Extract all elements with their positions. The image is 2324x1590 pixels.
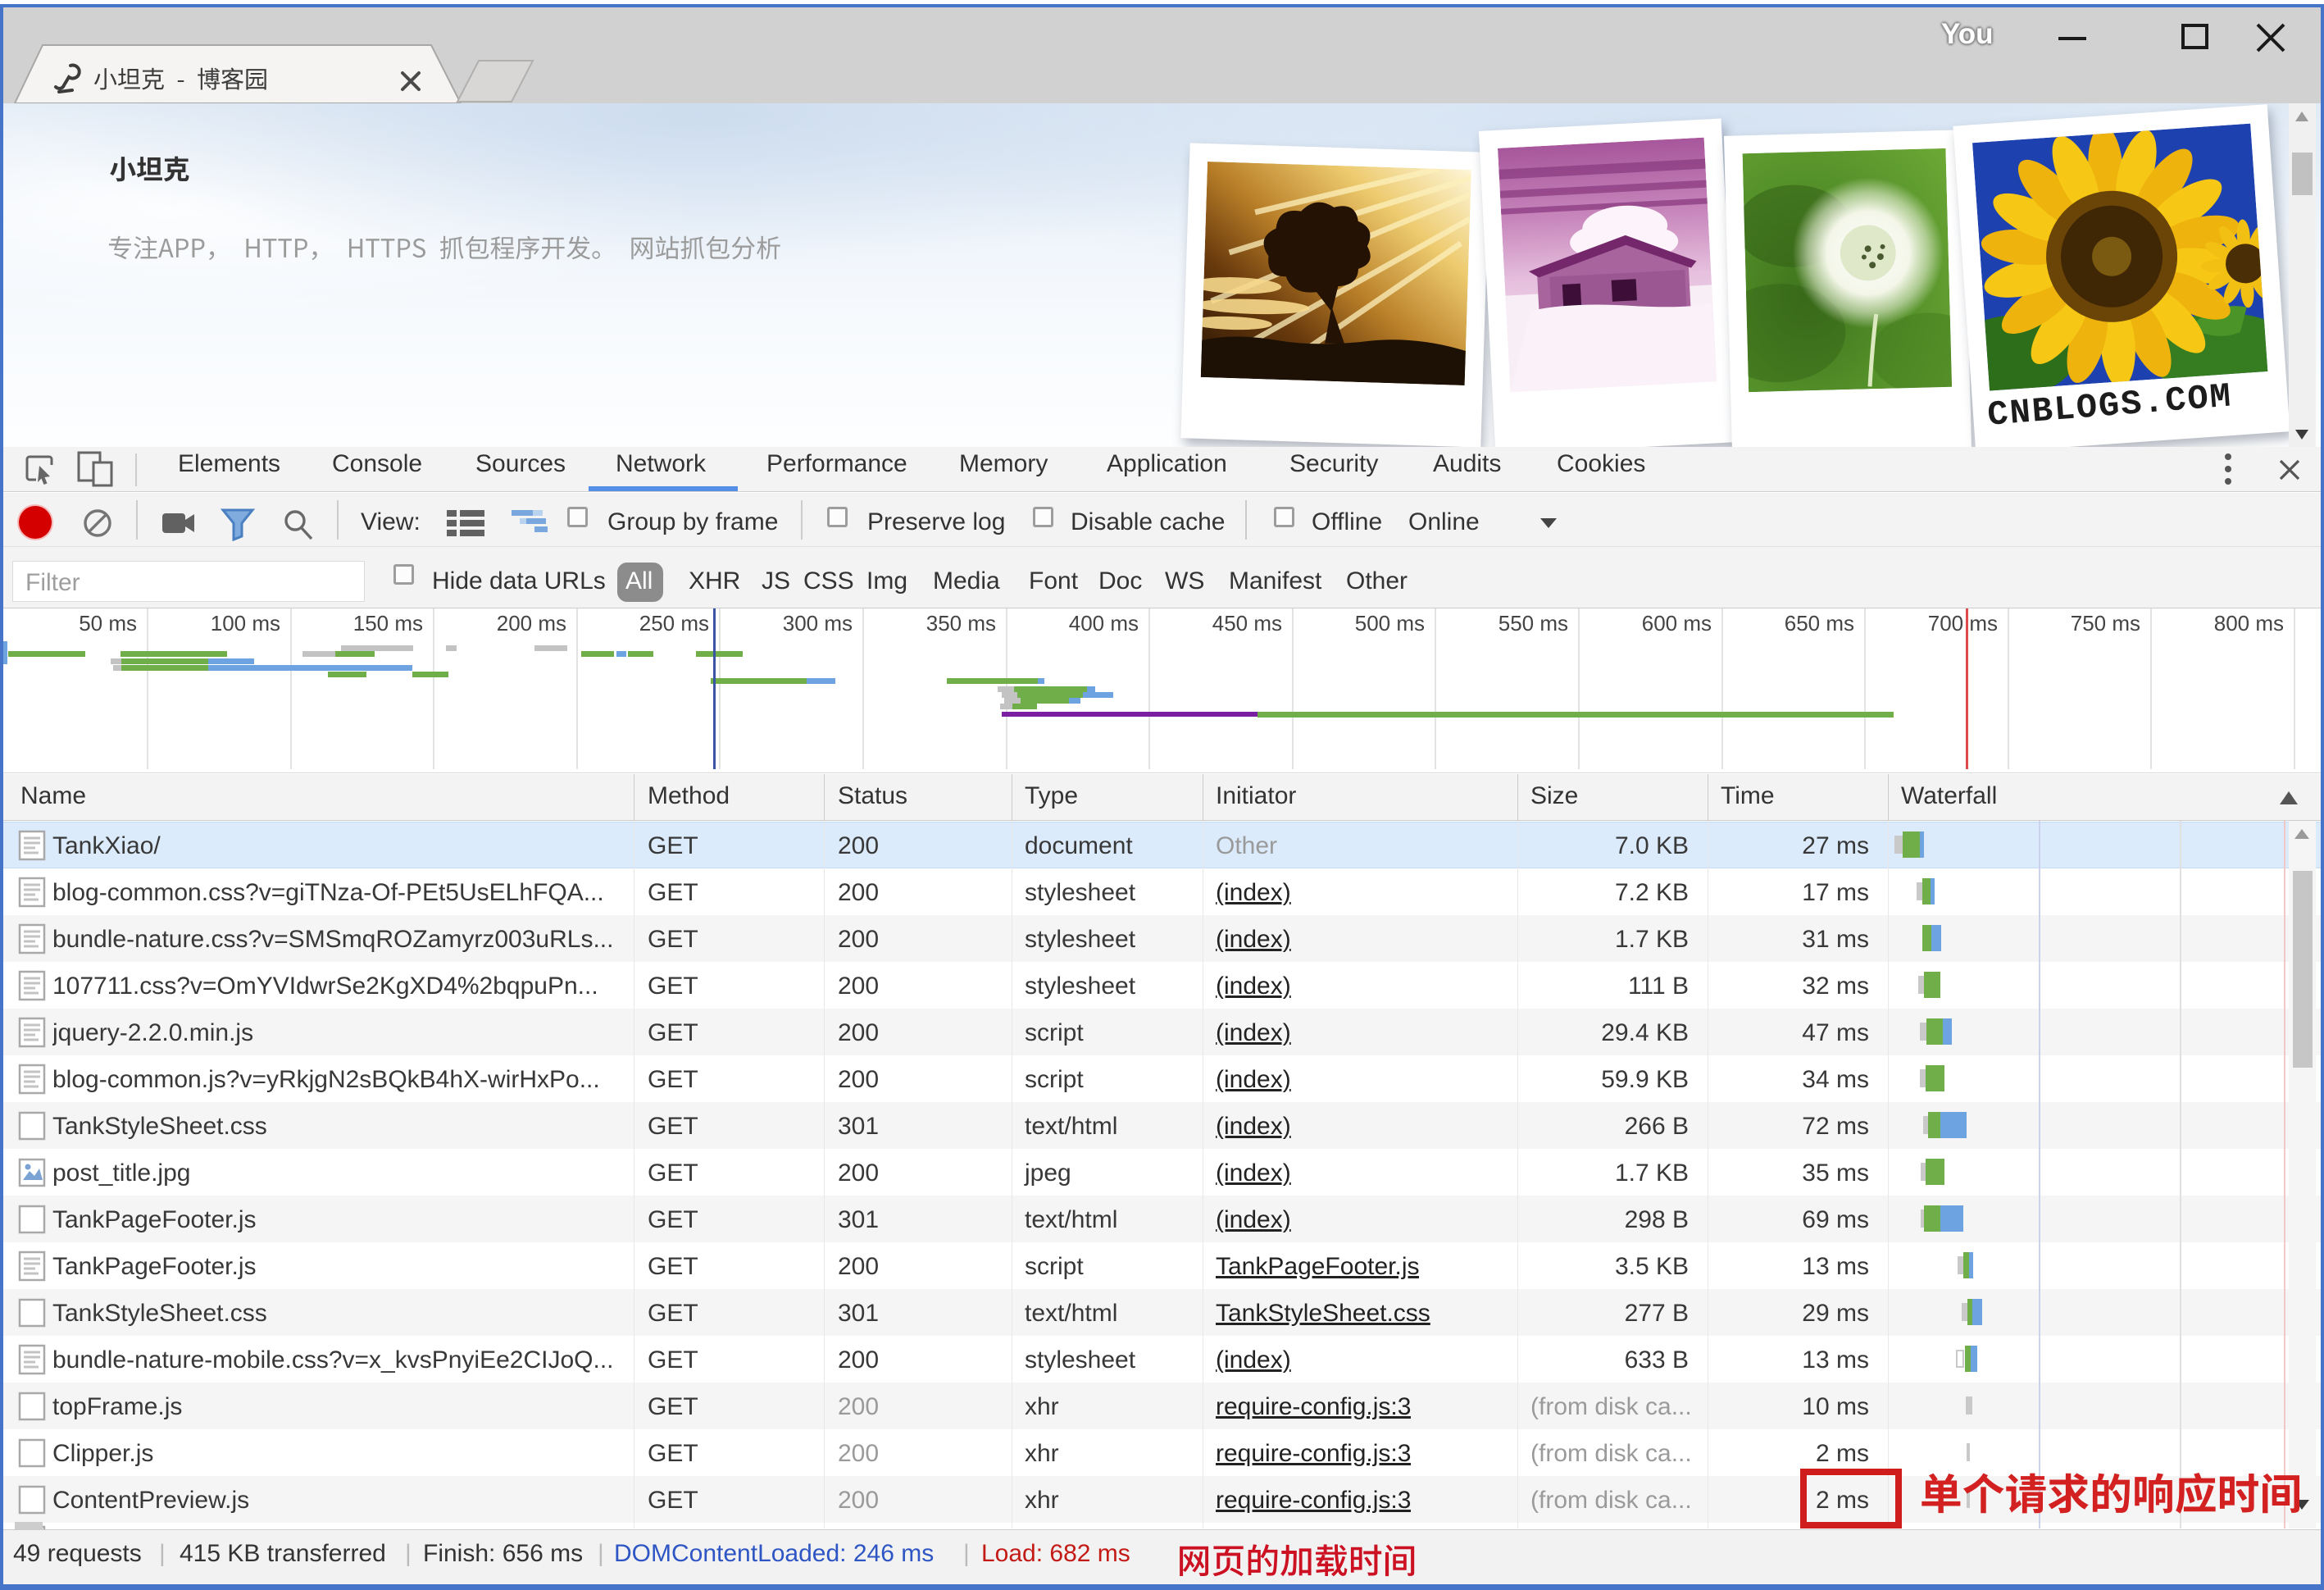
svg-text:100 ms: 100 ms <box>211 611 280 636</box>
svg-text:150 ms: 150 ms <box>353 611 423 636</box>
svg-text:450 ms: 450 ms <box>1212 611 1282 636</box>
svg-text:400 ms: 400 ms <box>1069 611 1139 636</box>
svg-text:300 ms: 300 ms <box>783 611 853 636</box>
svg-text:800 ms: 800 ms <box>2214 611 2284 636</box>
svg-text:750 ms: 750 ms <box>2071 611 2140 636</box>
svg-text:250 ms: 250 ms <box>639 611 709 636</box>
svg-text:700 ms: 700 ms <box>1928 611 1998 636</box>
svg-text:650 ms: 650 ms <box>1785 611 1854 636</box>
svg-text:200 ms: 200 ms <box>497 611 566 636</box>
svg-text:50 ms: 50 ms <box>79 611 137 636</box>
svg-text:500 ms: 500 ms <box>1355 611 1425 636</box>
svg-text:550 ms: 550 ms <box>1499 611 1568 636</box>
svg-text:350 ms: 350 ms <box>926 611 996 636</box>
svg-text:600 ms: 600 ms <box>1642 611 1712 636</box>
